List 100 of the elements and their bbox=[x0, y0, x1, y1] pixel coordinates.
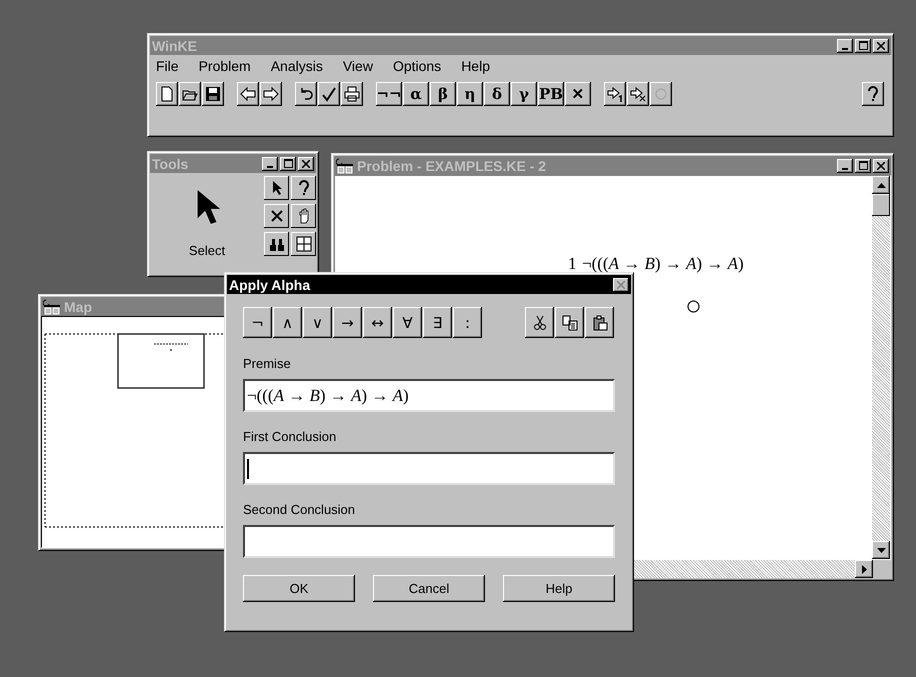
symbol-button[interactable]: ↔ bbox=[363, 307, 392, 338]
maximize-button[interactable] bbox=[855, 38, 871, 52]
input-field[interactable] bbox=[243, 452, 615, 485]
maximize-button[interactable] bbox=[855, 158, 871, 172]
close-button[interactable] bbox=[613, 278, 629, 292]
toolbar-button[interactable] bbox=[604, 82, 626, 106]
arrow-cross-icon bbox=[630, 86, 646, 102]
symbol-button[interactable]: : bbox=[453, 307, 482, 338]
tool-button[interactable] bbox=[291, 232, 316, 256]
toolbar-button[interactable] bbox=[555, 307, 584, 338]
field-label: First Conclusion bbox=[243, 429, 338, 444]
window-title: Map bbox=[64, 298, 92, 314]
close-button[interactable] bbox=[873, 38, 889, 52]
menu-item[interactable]: Analysis bbox=[270, 58, 323, 74]
minimize-button[interactable] bbox=[837, 38, 853, 52]
maximize-icon bbox=[858, 41, 868, 50]
tool-button[interactable] bbox=[291, 204, 316, 228]
menu-item[interactable]: Problem bbox=[198, 58, 251, 74]
dialog-button[interactable]: Cancel bbox=[373, 575, 485, 602]
formula: ¬(((A → B) → A) → A) bbox=[582, 254, 744, 274]
toolbar-button[interactable] bbox=[585, 307, 614, 338]
input-field[interactable]: ¬(((A → B) → A) → A) bbox=[243, 379, 615, 412]
window-icon bbox=[336, 158, 354, 174]
close-button[interactable] bbox=[298, 156, 314, 170]
printer-icon bbox=[344, 86, 360, 102]
close-icon bbox=[617, 280, 625, 288]
window-title: Tools bbox=[152, 156, 188, 172]
up-arrow-icon bbox=[876, 182, 886, 188]
symbol-button[interactable]: ∀ bbox=[393, 307, 422, 338]
copy-icon bbox=[562, 314, 578, 330]
dialog-button[interactable]: OK bbox=[243, 575, 355, 602]
toolbar-button[interactable] bbox=[260, 82, 282, 106]
close-button[interactable] bbox=[873, 158, 889, 172]
symbol-button[interactable]: ∃ bbox=[423, 307, 452, 338]
size-grip[interactable] bbox=[873, 560, 891, 578]
new-file-icon bbox=[159, 86, 175, 102]
line-number: 1 bbox=[568, 254, 576, 274]
toolbar-button[interactable]: η bbox=[457, 82, 483, 106]
symbol-button[interactable]: ∨ bbox=[303, 307, 332, 338]
window-title: Problem - EXAMPLES.KE - 2 bbox=[357, 158, 546, 174]
tool-button[interactable] bbox=[264, 204, 289, 228]
minimize-button[interactable] bbox=[262, 156, 278, 170]
menu-item[interactable]: Help bbox=[461, 58, 490, 74]
right-arrow-icon bbox=[263, 86, 279, 102]
minimize-icon bbox=[842, 168, 848, 170]
down-arrow-icon bbox=[876, 548, 886, 552]
toolbar-button[interactable] bbox=[318, 82, 340, 106]
toolbar-button[interactable] bbox=[202, 82, 224, 106]
minimize-button[interactable] bbox=[837, 158, 853, 172]
delete-icon bbox=[268, 208, 284, 224]
maximize-button[interactable] bbox=[280, 156, 296, 170]
menu-item[interactable]: File bbox=[156, 58, 179, 74]
left-arrow-icon bbox=[240, 86, 256, 102]
maximize-icon bbox=[858, 161, 868, 170]
tool-label: Select bbox=[188, 243, 226, 258]
toolbar-button[interactable]: γ bbox=[511, 82, 537, 106]
toolbar-button[interactable] bbox=[237, 82, 259, 106]
arrow-one-icon bbox=[607, 86, 623, 102]
menu-item[interactable]: View bbox=[342, 58, 373, 74]
toolbar-button[interactable] bbox=[341, 82, 363, 106]
paste-icon bbox=[592, 314, 608, 330]
toolbar-button[interactable] bbox=[627, 82, 649, 106]
circle-icon bbox=[653, 86, 669, 102]
toolbar-button[interactable] bbox=[862, 82, 884, 106]
scroll-thumb[interactable] bbox=[872, 194, 890, 216]
dialog-title: Apply Alpha bbox=[229, 276, 310, 292]
tool-button[interactable] bbox=[264, 232, 289, 256]
minimize-icon bbox=[267, 166, 273, 168]
close-icon bbox=[877, 162, 885, 170]
symbol-button[interactable]: ¬ bbox=[243, 307, 272, 338]
toolbar-button[interactable]: PB bbox=[538, 82, 564, 106]
close-icon bbox=[877, 42, 885, 50]
toolbar-button[interactable] bbox=[179, 82, 201, 106]
symbol-button[interactable]: → bbox=[333, 307, 362, 338]
input-field[interactable] bbox=[243, 525, 615, 558]
close-icon bbox=[302, 160, 310, 168]
tool-button[interactable] bbox=[264, 176, 289, 200]
toolbar-button[interactable]: β bbox=[430, 82, 456, 106]
field-label: Premise bbox=[243, 356, 292, 371]
help-icon bbox=[865, 86, 881, 102]
window-title: WinKE bbox=[152, 38, 197, 54]
circle-icon bbox=[687, 300, 700, 313]
toolbar-button[interactable] bbox=[525, 307, 554, 338]
vertical-scrollbar[interactable] bbox=[872, 176, 890, 559]
toolbar-button[interactable]: ✕ bbox=[565, 82, 591, 106]
toolbar-button[interactable]: δ bbox=[484, 82, 510, 106]
toolbar-button[interactable]: ¬¬ bbox=[376, 82, 402, 106]
check-icon bbox=[321, 86, 337, 102]
menu-item[interactable]: Options bbox=[392, 58, 442, 74]
toolbar-button[interactable]: α bbox=[403, 82, 429, 106]
toolbar-button[interactable] bbox=[295, 82, 317, 106]
right-arrow-icon bbox=[862, 564, 866, 574]
scissors-icon bbox=[532, 314, 548, 330]
dialog-button[interactable]: Help bbox=[503, 575, 615, 602]
symbol-button[interactable]: ∧ bbox=[273, 307, 302, 338]
maximize-icon bbox=[284, 159, 292, 168]
toolbar-button[interactable] bbox=[156, 82, 178, 106]
minimize-icon bbox=[842, 48, 848, 50]
field-label: Second Conclusion bbox=[243, 502, 356, 517]
tool-button[interactable] bbox=[291, 176, 316, 200]
